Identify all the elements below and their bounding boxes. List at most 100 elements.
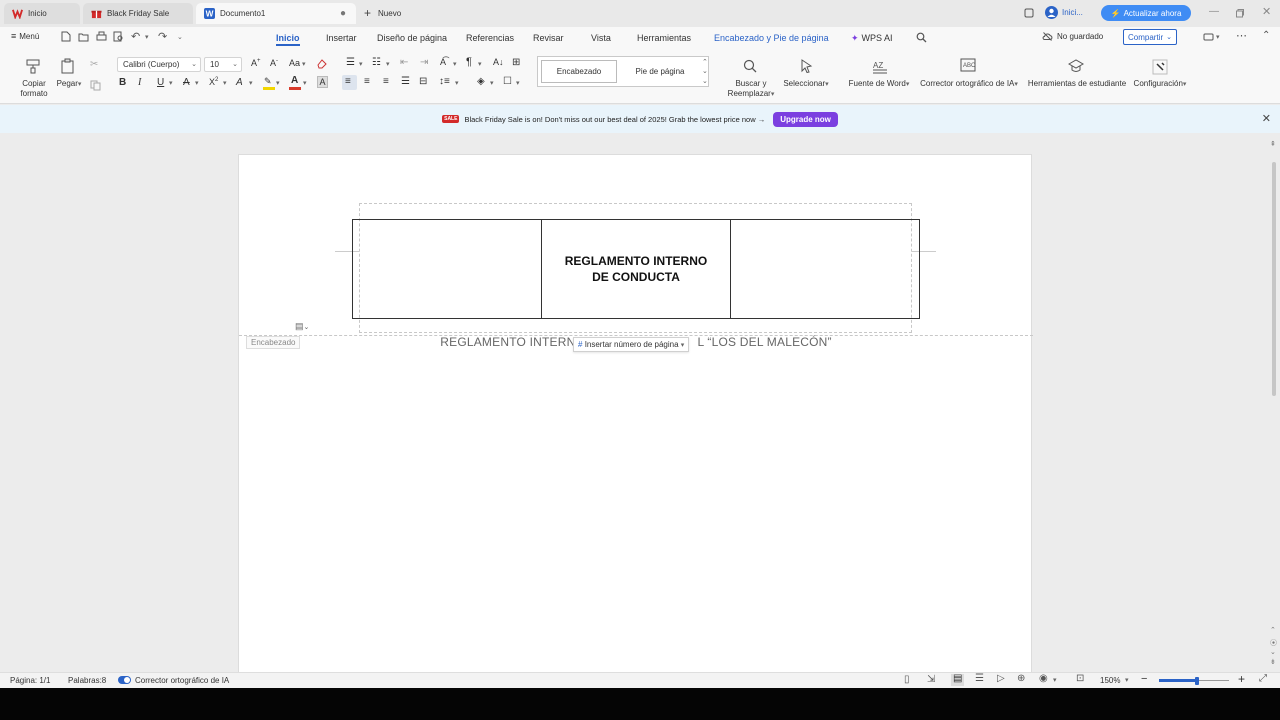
new-tab-button[interactable]: + Nuevo — [364, 6, 401, 20]
font-color-icon[interactable]: A — [289, 75, 301, 90]
print-preview-icon[interactable] — [113, 31, 124, 42]
fullscreen-icon[interactable]: ⤢ — [1259, 673, 1267, 684]
chevron-down-icon[interactable]: ▾ — [223, 79, 227, 87]
tab-referencias[interactable]: Referencias — [466, 30, 514, 46]
decrease-font-icon[interactable]: A- — [270, 58, 278, 68]
shading-icon[interactable]: ◈ — [477, 76, 485, 87]
tab-insertar[interactable]: Insertar — [326, 30, 357, 46]
chevron-down-icon[interactable]: ▾ — [195, 79, 199, 87]
italic-icon[interactable]: I — [138, 77, 141, 88]
styles-scroll-up-icon[interactable]: ⌃ — [702, 58, 708, 66]
chevron-down-icon[interactable]: ▾ — [478, 60, 482, 68]
tab-inicio[interactable]: Inicio — [4, 3, 80, 24]
vertical-scrollbar[interactable]: ⇞ ⌃ ⦿ ⌄ ⇟ — [1270, 140, 1278, 670]
account-button[interactable]: Inici... — [1045, 6, 1083, 19]
zoom-level[interactable]: 150% — [1100, 676, 1120, 685]
upgrade-now-button[interactable]: ⚡ Actualizar ahora — [1101, 5, 1191, 21]
tab-diseno-pagina[interactable]: Diseño de página — [377, 30, 447, 46]
browse-object-icon[interactable]: ⦿ — [1270, 638, 1277, 648]
customize-toolbar-icon[interactable]: ⌄ — [177, 33, 183, 41]
new-file-icon[interactable] — [61, 31, 71, 42]
styles-expand-icon[interactable]: ⌄ — [702, 77, 708, 85]
underline-icon[interactable]: U — [157, 77, 164, 88]
align-right-icon[interactable]: ≡ — [383, 76, 389, 87]
justify-icon[interactable]: ☰ — [401, 76, 410, 87]
save-status[interactable]: No guardado — [1042, 31, 1103, 42]
window-restore-icon[interactable] — [1024, 8, 1034, 18]
share-button[interactable]: Compartir ⌄ — [1123, 29, 1177, 45]
tab-wps-ai[interactable]: ✦ WPS AI — [851, 30, 893, 46]
paste-button[interactable]: Pegar▾ — [54, 79, 84, 90]
insert-page-number-button[interactable]: # Insertar número de página ▾ — [573, 337, 690, 352]
scroll-up-icon[interactable]: ⇞ — [1270, 140, 1276, 148]
asian-layout-icon[interactable]: A͡ — [440, 57, 446, 67]
undo-icon[interactable]: ↶ — [131, 30, 140, 43]
highlight-icon[interactable]: ✎ — [263, 76, 275, 90]
upgrade-now-banner-button[interactable]: Upgrade now — [773, 111, 838, 127]
fit-page-icon[interactable]: ⊡ — [1076, 673, 1084, 684]
more-options-icon[interactable]: ⋯ — [1236, 29, 1247, 42]
header-cell-right[interactable] — [731, 220, 919, 318]
close-window-icon[interactable]: ✕ — [1262, 5, 1271, 18]
ai-spellcheck-toggle[interactable] — [118, 676, 131, 684]
character-shading-icon[interactable]: A — [317, 76, 328, 88]
document-map-icon[interactable]: ⇲ — [927, 674, 935, 685]
table-options-icon[interactable]: ▤⌄ — [295, 321, 309, 332]
bold-icon[interactable]: B — [119, 77, 126, 88]
minimize-icon[interactable]: — — [1209, 6, 1219, 17]
numbered-list-icon[interactable]: ☷ — [372, 57, 381, 68]
chevron-down-icon[interactable]: ▾ — [303, 79, 307, 87]
bullet-list-icon[interactable]: ☰ — [346, 57, 355, 68]
scroll-next-page-icon[interactable]: ⌄ — [1270, 648, 1276, 656]
header-cell-left[interactable] — [353, 220, 542, 318]
line-spacing-icon[interactable]: ↕≡ — [439, 76, 450, 87]
pilcrow-icon[interactable]: ¶ — [466, 56, 472, 68]
text-effects-icon[interactable]: A — [236, 77, 243, 88]
decrease-indent-icon[interactable]: ⇤ — [400, 57, 408, 68]
tab-inicio-ribbon[interactable]: Inicio — [276, 30, 300, 46]
tab-documento1[interactable]: W Documento1 ● — [196, 3, 356, 24]
cut-icon[interactable]: ✂ — [90, 59, 98, 70]
find-replace-button[interactable]: Buscar y Reemplazar▾ — [726, 79, 776, 100]
web-layout-icon[interactable]: ⊕ — [1017, 673, 1025, 684]
chevron-down-icon[interactable]: ▾ — [1053, 676, 1057, 684]
page-counter[interactable]: Página: 1/1 — [10, 676, 50, 685]
word-counter[interactable]: Palabras:8 — [68, 676, 106, 685]
show-grid-icon[interactable]: ⊞ — [512, 57, 520, 68]
strikethrough-icon[interactable]: A — [183, 77, 190, 88]
document-page[interactable]: REGLAMENTO INTERNO DE CONDUCTA ▤⌄ Encabe… — [238, 154, 1033, 674]
focus-mode-icon[interactable]: ▯ — [904, 674, 910, 685]
chevron-down-icon[interactable]: ▾ — [276, 79, 280, 87]
close-banner-icon[interactable]: ✕ — [1262, 112, 1271, 125]
tab-vista[interactable]: Vista — [591, 30, 611, 46]
style-encabezado[interactable]: Encabezado — [541, 60, 617, 83]
chevron-down-icon[interactable]: ▾ — [302, 60, 306, 68]
maximize-icon[interactable] — [1235, 8, 1245, 18]
superscript-icon[interactable]: X2 — [209, 77, 218, 87]
ai-spellcheck-button[interactable]: Corrector ortográfico de IA▾ — [916, 79, 1022, 90]
zoom-in-icon[interactable]: + — [1238, 672, 1245, 686]
header-table[interactable]: REGLAMENTO INTERNO DE CONDUCTA — [352, 219, 920, 319]
chevron-up-icon[interactable]: ⌃ — [1262, 30, 1270, 41]
change-case-icon[interactable]: Aa — [289, 58, 300, 68]
word-font-button[interactable]: Fuente de Word▾ — [846, 79, 912, 90]
view-dropdown-icon[interactable]: ▾ — [1216, 33, 1220, 41]
increase-font-icon[interactable]: A+ — [251, 58, 261, 68]
collapse-ribbon-icon[interactable] — [1203, 32, 1214, 42]
zoom-slider-handle[interactable] — [1195, 677, 1199, 685]
chevron-down-icon[interactable]: ▾ — [169, 79, 173, 87]
header-cell-center[interactable]: REGLAMENTO INTERNO DE CONDUCTA — [542, 220, 731, 318]
unsaved-dot-icon[interactable]: ● — [340, 8, 346, 19]
tab-herramientas[interactable]: Herramientas — [637, 30, 691, 46]
outline-view-icon[interactable]: ☰ — [975, 673, 984, 684]
open-folder-icon[interactable] — [78, 31, 89, 42]
sort-icon[interactable]: A↓ — [493, 57, 504, 67]
chevron-down-icon[interactable]: ▾ — [249, 79, 253, 87]
main-menu-button[interactable]: ≡ Menú — [11, 31, 39, 41]
clear-format-icon[interactable] — [316, 58, 327, 69]
play-icon[interactable]: ▷ — [997, 673, 1005, 684]
chevron-down-icon[interactable]: ▾ — [516, 79, 520, 87]
chevron-down-icon[interactable]: ▾ — [453, 60, 457, 68]
undo-dropdown-icon[interactable]: ▾ — [145, 33, 149, 41]
chevron-down-icon[interactable]: ▾ — [1125, 676, 1129, 684]
